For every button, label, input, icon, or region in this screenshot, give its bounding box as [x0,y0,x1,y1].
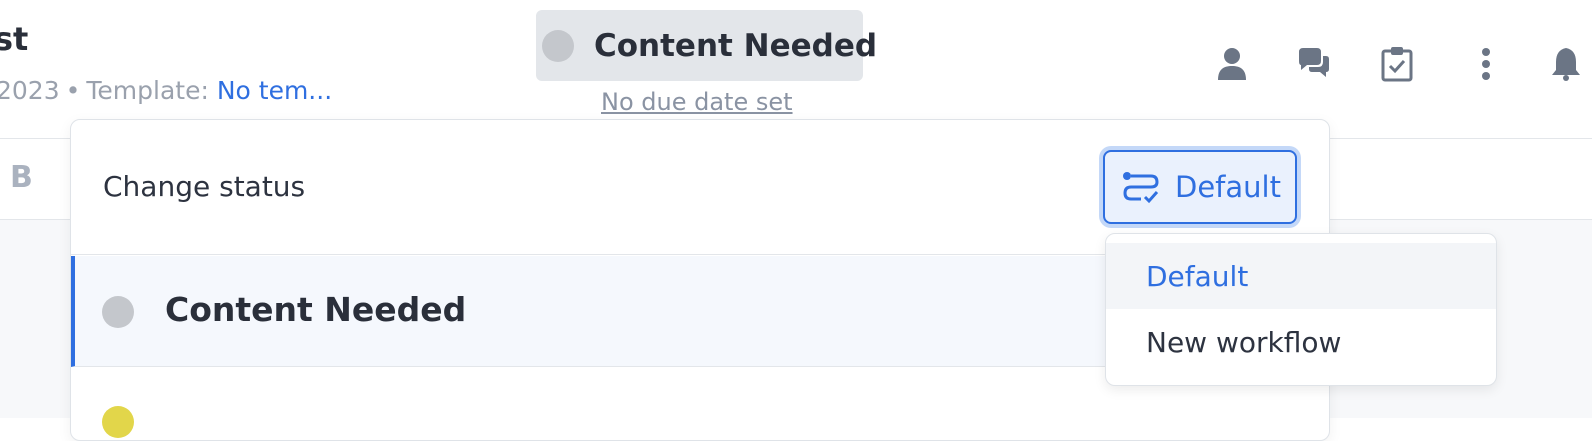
workflow-icon [1123,172,1159,204]
document-date: 2023 [0,76,60,105]
user-icon[interactable] [1212,44,1252,84]
status-option-dot [102,406,134,438]
status-dot [542,29,574,62]
meta-separator: • [65,76,81,105]
more-vertical-icon[interactable] [1466,44,1506,84]
status-option-label: Content Needed [165,290,467,329]
comments-icon[interactable] [1294,44,1334,84]
bell-icon[interactable] [1548,44,1592,84]
status-label: Content Needed [594,27,878,64]
workflow-select-label: Default [1175,170,1281,204]
template-link[interactable]: No tem... [217,76,332,105]
workflow-option-default[interactable]: Default [1106,243,1496,309]
due-date-link[interactable]: No due date set [601,88,793,116]
status-button[interactable]: Content Needed [536,10,877,81]
status-option-dot [102,296,134,328]
workflow-dropdown: Default New workflow [1105,233,1497,386]
clipboard-check-icon[interactable] [1377,44,1417,84]
workflow-select-button[interactable]: Default [1103,150,1297,224]
panel-title: Change status [103,170,306,203]
workflow-option-new[interactable]: New workflow [1106,309,1496,375]
document-title: st [0,20,29,58]
document-meta: 2023 • Template: No tem... [0,76,332,105]
template-label: Template: [86,76,209,105]
status-option-label [165,400,245,430]
bold-button[interactable]: B [10,160,33,195]
